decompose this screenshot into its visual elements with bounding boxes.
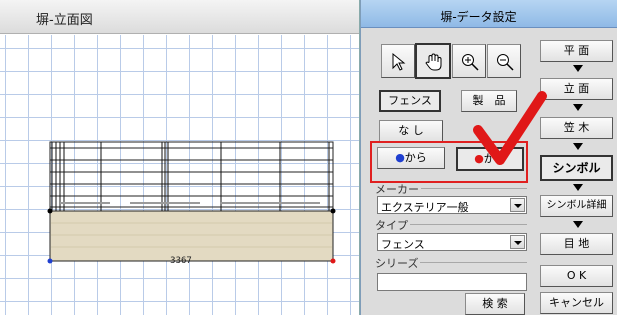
joint-label: 目 地 [563,237,590,250]
fence-type-button[interactable]: フェンス [379,90,441,112]
dialog-title: 塀-データ設定 [440,10,517,24]
elevation-panel: 塀-立面図 3367 [0,0,360,315]
chevron-down-icon[interactable] [510,235,525,249]
maker-value: エクステリア一般 [381,201,469,214]
hand-pan-icon [425,53,442,71]
arrow-cursor-icon [392,52,406,71]
joint-button[interactable]: 目 地 [540,233,613,255]
maker-label: メーカー [375,181,421,197]
pan-tool-button[interactable] [415,43,451,79]
fence-panel [49,141,334,212]
end-point-marker[interactable] [330,258,336,264]
symbol-detail-button[interactable]: シンボル詳細 [540,195,613,217]
symbol-label: シンボル [552,161,601,175]
down-arrow-icon [573,221,583,228]
symbol-detail-label: シンボル詳細 [546,200,607,211]
start-point-marker[interactable] [47,258,53,264]
dialog-titlebar: 塀-データ設定 [361,0,617,28]
block-wall [49,210,334,262]
elevation-label: 立 面 [563,82,590,95]
type-select[interactable]: フェンス [377,233,527,251]
fence-posts [51,142,330,211]
select-tool-button[interactable] [381,44,415,78]
down-arrow-icon [573,184,583,191]
elevation-titlebar: 塀-立面図 [0,0,359,34]
down-arrow-icon [573,104,583,111]
zoom-in-button[interactable] [452,44,486,78]
elevation-canvas[interactable]: 3367 [0,35,359,315]
cancel-label: キャンセル [549,296,604,309]
none-button[interactable]: な し [379,120,443,142]
plan-button[interactable]: 平 面 [540,40,613,62]
down-arrow-icon [573,65,583,72]
zoom-out-icon [497,54,514,71]
maker-select[interactable]: エクステリア一般 [377,196,527,214]
symbol-button[interactable]: シンボル [540,155,613,181]
ok-button[interactable]: O K [540,265,613,287]
none-label: な し [398,124,424,137]
plan-label: 平 面 [563,44,590,57]
chevron-down-icon[interactable] [510,198,525,212]
cancel-button[interactable]: キャンセル [540,292,613,314]
check-mark-icon [473,91,547,165]
zoom-in-icon [462,54,479,71]
down-arrow-icon [573,143,583,150]
series-label: シリーズ [375,255,421,271]
corner-marker [330,208,336,214]
kasagi-button[interactable]: 笠 木 [540,117,613,139]
elevation-title: 塀-立面図 [36,13,93,28]
type-label: タイプ [375,217,410,233]
fence-drawing: 3367 [47,141,336,266]
series-input[interactable] [377,273,527,291]
fence-type-label: フェンス [388,94,432,107]
type-value: フェンス [381,238,425,251]
ok-label: O K [566,269,587,282]
dimension-label: 3367 [170,256,192,266]
search-label: 検 索 [482,297,508,310]
elevation-button[interactable]: 立 面 [540,78,613,100]
kasagi-label: 笠 木 [563,121,590,134]
corner-marker [47,208,53,214]
zoom-out-button[interactable] [487,44,521,78]
fence-rails [50,141,333,208]
search-button[interactable]: 検 索 [465,293,525,315]
